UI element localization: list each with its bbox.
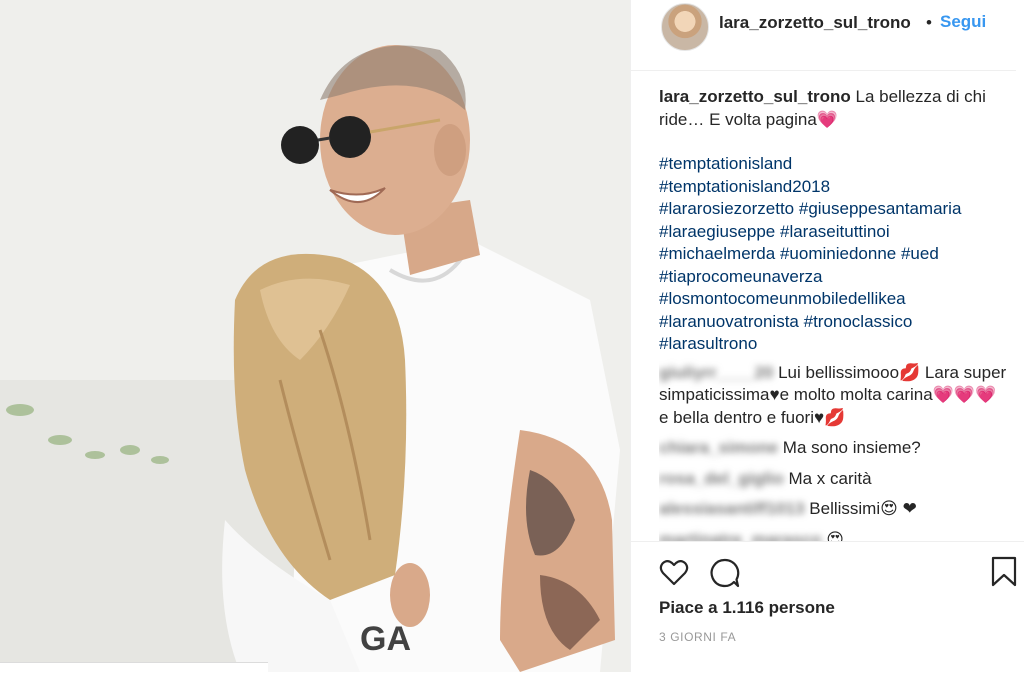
hashtag-link[interactable]: #uominiedonne — [780, 244, 896, 263]
hashtag-link[interactable]: #temptationisland — [659, 153, 1009, 176]
header-username[interactable]: lara_zorzetto_sul_trono — [719, 13, 911, 33]
hashtag-link[interactable]: #tronoclassico — [804, 312, 913, 331]
speech-bubble-icon[interactable] — [710, 558, 740, 593]
photo-illustration: GA — [0, 0, 630, 672]
hashtag-link[interactable]: #laranuovatronista — [659, 312, 799, 331]
post-actions: Piace a 1.116 persone 3 GIORNI FA — [631, 541, 1024, 673]
caption: lara_zorzetto_sul_trono La bellezza di c… — [659, 86, 1009, 131]
comment-item: alessiasantiff1013 Bellissimi😍 ❤ — [659, 498, 1009, 521]
hashtag-link[interactable]: #laraseituttinoi — [780, 222, 890, 241]
post-side-panel: lara_zorzetto_sul_trono • Segui lara_zor… — [630, 0, 1024, 673]
hashtag-link[interactable]: #losmontocomeunmobiledellikea — [659, 288, 1009, 311]
hashtag-link[interactable]: #lararosiezorzetto — [659, 199, 794, 218]
comment-username[interactable]: rosa_del_giglio — [659, 469, 784, 488]
hashtag-link[interactable]: #temptationisland2018 — [659, 176, 1009, 199]
hashtag-list: #temptationisland #temptationisland2018 … — [659, 153, 1009, 356]
comment-username[interactable]: giuliyrr____20 — [659, 363, 773, 382]
avatar[interactable] — [661, 3, 709, 51]
heart-outline-icon[interactable] — [659, 558, 689, 591]
comment-item: rosa_del_giglio Ma x carità — [659, 468, 1009, 491]
hashtag-link[interactable]: #giuseppesantamaria — [799, 199, 962, 218]
comment-username[interactable]: alessiasantiff1013 — [659, 499, 805, 518]
comments-list[interactable]: lara_zorzetto_sul_trono La bellezza di c… — [659, 86, 1009, 546]
post-photo[interactable]: GA — [0, 0, 630, 672]
photo-bottom-strip — [0, 662, 268, 672]
comment-item: giuliyrr____20 Lui bellissimooo💋 Lara su… — [659, 362, 1009, 430]
svg-text:GA: GA — [360, 620, 411, 658]
hashtag-link[interactable]: #ued — [901, 244, 939, 263]
hashtag-link[interactable]: #michaelmerda — [659, 244, 775, 263]
post-timestamp[interactable]: 3 GIORNI FA — [659, 630, 736, 644]
hashtag-link[interactable]: #larasultrono — [659, 333, 1009, 356]
hashtag-link[interactable]: #laraegiuseppe — [659, 222, 775, 241]
post-header: lara_zorzetto_sul_trono • Segui — [631, 0, 1016, 71]
header-separator: • — [926, 13, 932, 32]
bookmark-icon[interactable] — [991, 556, 1017, 593]
comment-text: Bellissimi😍 ❤ — [809, 499, 917, 518]
caption-username[interactable]: lara_zorzetto_sul_trono — [659, 87, 851, 106]
comment-username[interactable]: chiara_simone — [659, 438, 778, 457]
comment-item: chiara_simone Ma sono insieme? — [659, 437, 1009, 460]
comment-thread: giuliyrr____20 Lui bellissimooo💋 Lara su… — [659, 362, 1009, 547]
comment-text: Ma sono insieme? — [782, 438, 921, 457]
hashtag-link[interactable]: #tiaprocomeunaverza — [659, 266, 1009, 289]
follow-button[interactable]: Segui — [940, 12, 986, 32]
likes-count[interactable]: Piace a 1.116 persone — [659, 598, 835, 618]
comment-text: Ma x carità — [788, 468, 872, 488]
